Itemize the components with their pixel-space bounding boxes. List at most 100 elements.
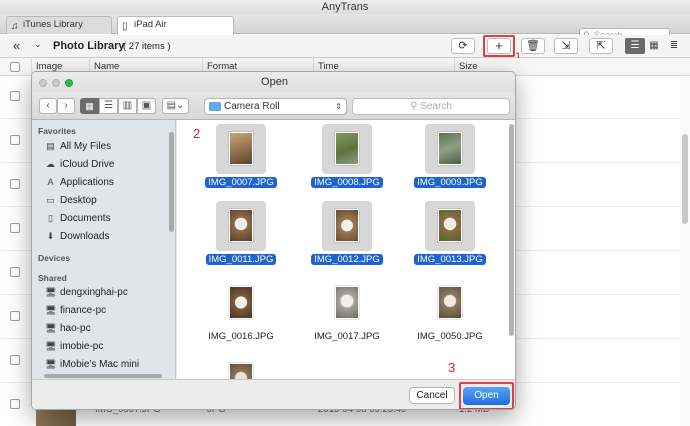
location-dropdown[interactable]: Camera Roll ⇕	[204, 98, 347, 115]
list-view-button[interactable]: ☰	[625, 38, 645, 54]
open-button[interactable]: Open	[463, 387, 510, 405]
sidebar-item-shared-computer[interactable]: 🖥 hao-pc	[45, 321, 91, 337]
photo-thumbnail	[229, 209, 253, 242]
dialog-footer: Cancel Open	[32, 379, 515, 409]
file-thumbnail-frame	[216, 201, 266, 251]
ipad-icon: ▯	[122, 21, 128, 32]
open-dialog: Open ‹ › ▦ ☰ ▥ ▣ ▤⌄ Camera Roll ⇕ ⚲ Sear…	[31, 71, 516, 410]
file-item[interactable]: IMG_0011.JPG	[205, 201, 277, 267]
sidebar-item-shared-computer[interactable]: 🖥 dengxinghai-pc	[45, 285, 128, 301]
sidebar-item-applications[interactable]: A Applications	[45, 175, 114, 191]
arrange-menu-button[interactable]: ▤⌄	[162, 98, 189, 114]
grid-scroll-thumb[interactable]	[509, 124, 514, 336]
file-item-partial[interactable]	[216, 355, 266, 379]
row-checkbox[interactable]	[10, 91, 20, 101]
add-button[interactable]: +	[487, 38, 511, 54]
column-view-button[interactable]: ▥	[118, 98, 137, 114]
file-name: IMG_0016.JPG	[208, 331, 274, 342]
row-checkbox[interactable]	[10, 355, 20, 365]
file-item[interactable]: IMG_0017.JPG	[311, 278, 383, 344]
file-name: IMG_0013.JPG	[414, 254, 486, 265]
detail-list-icon: ≣	[669, 40, 679, 51]
row-checkbox[interactable]	[10, 267, 20, 277]
sidebar-item-icloud-drive[interactable]: ☁ iCloud Drive	[45, 157, 114, 173]
chevron-down-icon[interactable]: ⌄	[34, 39, 42, 50]
file-name: IMG_0011.JPG	[205, 254, 277, 265]
file-thumbnail-frame	[425, 201, 475, 251]
downloads-icon: ⬇	[46, 231, 55, 241]
refresh-button[interactable]: ⟳	[451, 38, 475, 54]
file-item[interactable]: IMG_0008.JPG	[311, 124, 383, 190]
list-view-button[interactable]: ☰	[99, 98, 118, 114]
detail-view-button[interactable]: ≣	[667, 39, 681, 53]
row-checkbox[interactable]	[10, 311, 20, 321]
coverflow-view-button[interactable]: ▣	[137, 98, 156, 114]
step-three-label: 3	[448, 360, 456, 375]
applications-icon: A	[47, 177, 54, 187]
file-name: IMG_0007.JPG	[205, 177, 277, 188]
sidebar-item-shared-computer[interactable]: 🖥 iMobie's Mac mini	[45, 357, 139, 373]
file-item[interactable]: IMG_0007.JPG	[205, 124, 277, 190]
sidebar-item-documents[interactable]: ▯ Documents	[45, 211, 111, 227]
file-item[interactable]: IMG_0009.JPG	[414, 124, 486, 190]
file-thumbnail-frame	[322, 201, 372, 251]
toolbar: « ⌄ Photo Library ( 27 items ) ⟳ + 1 🗑 ⇲…	[0, 35, 690, 63]
dialog-search-placeholder: Search	[420, 101, 452, 112]
sidebar-item-label: Downloads	[60, 231, 110, 242]
row-checkbox[interactable]	[10, 179, 20, 189]
tab-ipad-air[interactable]: ▯ iPad Air	[117, 16, 234, 35]
file-item[interactable]: IMG_0016.JPG	[205, 278, 277, 344]
search-icon: ⚲	[410, 101, 421, 112]
chevron-right-icon: ›	[64, 100, 68, 111]
sidebar-item-label: Desktop	[60, 195, 97, 206]
computer-icon: 🖥	[45, 287, 57, 297]
row-checkbox[interactable]	[10, 223, 20, 233]
sidebar-item-shared-computer[interactable]: 🖥 finance-pc	[45, 303, 106, 319]
file-grid: 2 IMG_0007.JPG IMG_0008.JPG IMG_0009.JPG…	[177, 120, 515, 379]
sidebar-hscroll-thumb[interactable]	[44, 374, 162, 378]
sidebar-item-desktop[interactable]: ▭ Desktop	[45, 193, 97, 209]
trash-icon: 🗑	[526, 40, 540, 52]
arrange-icon: ▤⌄	[166, 100, 185, 111]
back-icon[interactable]: «	[13, 38, 20, 53]
sidebar-item-all-my-files[interactable]: ▤ All My Files	[45, 139, 111, 155]
photo-thumbnail	[438, 286, 462, 319]
photo-thumbnail	[229, 286, 253, 319]
file-item[interactable]: IMG_0013.JPG	[414, 201, 486, 267]
dialog-title: Open	[261, 76, 288, 88]
sidebar-scroll-thumb[interactable]	[169, 132, 174, 232]
grid-icon: ▦	[649, 40, 659, 51]
zoom-window-icon[interactable]	[65, 79, 73, 87]
send-to-computer-button[interactable]: ⇲	[554, 38, 578, 54]
file-item[interactable]: IMG_0050.JPG	[414, 278, 486, 344]
main-scrollbar[interactable]	[680, 76, 690, 426]
import-icon: ⇱	[596, 40, 606, 52]
sidebar-item-shared-computer[interactable]: 🖥 imobie-pc	[45, 339, 103, 355]
cancel-button[interactable]: Cancel	[409, 387, 455, 404]
tab-itunes-library[interactable]: ♫ iTunes Library	[6, 16, 112, 34]
dialog-sidebar: Favorites ▤ All My Files ☁ iCloud Drive AA…	[32, 120, 176, 379]
main-scroll-thumb[interactable]	[682, 134, 688, 224]
file-name: IMG_0050.JPG	[417, 331, 483, 342]
send-to-device-button[interactable]: ⇱	[589, 38, 613, 54]
sidebar-item-label: finance-pc	[60, 305, 107, 316]
row-checkbox[interactable]	[10, 135, 20, 145]
forward-button[interactable]: ›	[57, 98, 75, 114]
dialog-title-bar: Open	[32, 72, 515, 92]
file-name: IMG_0017.JPG	[314, 331, 380, 342]
dialog-search-input[interactable]: ⚲ Search	[352, 98, 510, 115]
file-item[interactable]: IMG_0012.JPG	[311, 201, 383, 267]
minimize-window-icon[interactable]	[52, 79, 60, 87]
list-icon: ☰	[104, 100, 113, 111]
grid-view-button[interactable]: ▦	[647, 39, 661, 53]
icons-view-icon: ▦	[85, 101, 94, 111]
close-window-icon[interactable]	[39, 79, 47, 87]
delete-button[interactable]: 🗑	[521, 38, 545, 54]
file-thumbnail-frame	[322, 124, 372, 174]
sidebar-item-label: Applications	[60, 177, 114, 188]
back-button[interactable]: ‹	[39, 98, 57, 114]
icon-view-button[interactable]: ▦	[80, 98, 99, 114]
select-all-checkbox[interactable]	[10, 62, 20, 72]
step-two-label: 2	[193, 126, 201, 141]
sidebar-item-downloads[interactable]: ⬇ Downloads	[45, 229, 110, 245]
